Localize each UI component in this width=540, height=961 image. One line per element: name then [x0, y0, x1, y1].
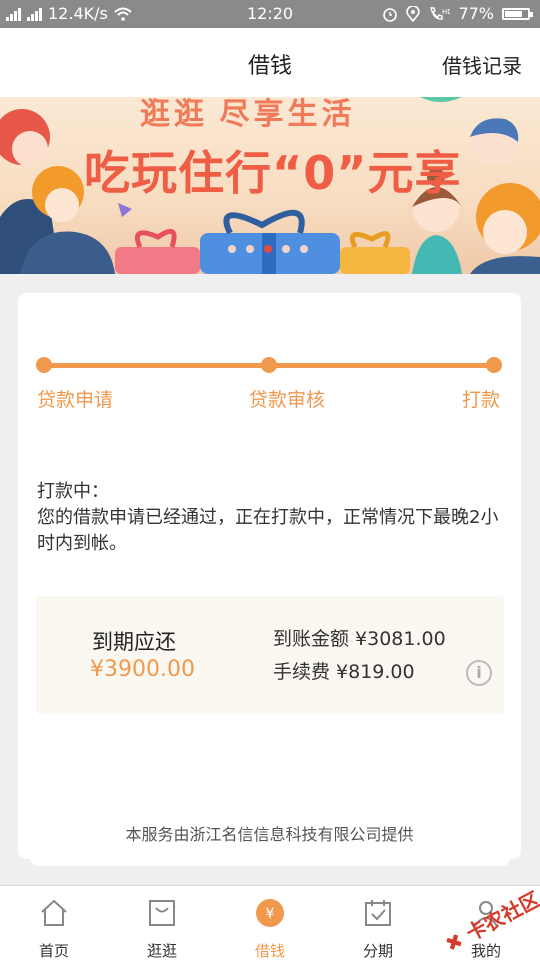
- calendar-check-icon: [365, 900, 391, 926]
- arrival-amount: 到账金额 ¥3081.00: [273, 628, 446, 650]
- hd-call-icon: HD: [430, 6, 450, 20]
- step-label-review: 贷款审核: [249, 389, 326, 411]
- tab-borrow[interactable]: ¥ 借钱: [216, 886, 324, 961]
- home-icon: [41, 899, 67, 926]
- tab-browse[interactable]: 逛逛: [108, 886, 216, 961]
- status-message: 打款中： 您的借款申请已经通过，正在打款中，正常情况下最晚2小时内到帐。: [37, 479, 507, 557]
- battery-percent: 77%: [458, 4, 494, 23]
- tab-label: 分期: [362, 942, 393, 960]
- loan-record-link[interactable]: 借钱记录: [442, 50, 522, 79]
- due-amount: ¥3900.00: [90, 657, 195, 682]
- alarm-icon: [383, 7, 398, 22]
- svg-text:¥: ¥: [266, 906, 275, 922]
- step-dot-review: [261, 357, 277, 373]
- battery-icon: [502, 7, 533, 20]
- service-fee: 手续费 ¥819.00: [273, 661, 415, 683]
- tab-label: 首页: [38, 942, 69, 960]
- loan-status-card: 贷款申请 贷款审核 打款 打款中： 您的借款申请已经通过，正在打款中，正常情况下…: [18, 293, 521, 859]
- due-label: 到期应还: [92, 630, 176, 654]
- pager-dot: [246, 245, 254, 253]
- shopping-bag-icon: [149, 900, 175, 926]
- banner-subtitle: 逛逛 尽享生活: [140, 98, 356, 131]
- status-title: 打款中：: [37, 481, 109, 502]
- step-dot-apply: [36, 357, 52, 373]
- progress-line-1: [45, 363, 269, 368]
- info-icon[interactable]: i: [466, 660, 492, 686]
- pager-dot: [228, 245, 236, 253]
- pager-dot: [300, 245, 308, 253]
- step-dot-payout: [486, 357, 502, 373]
- pager-dot-active: [264, 245, 272, 253]
- provider-note: 本服务由浙江名信信息科技有限公司提供: [125, 825, 414, 844]
- location-icon: [406, 5, 421, 22]
- banner-headline: 吃玩住行“0”元享: [84, 146, 462, 200]
- status-body: 您的借款申请已经通过，正在打款中，正常情况下最晚2小时内到帐。: [37, 507, 499, 554]
- progress-line-2: [270, 363, 494, 368]
- promo-banner[interactable]: 逛逛 尽享生活 吃玩住行“0”元享: [0, 97, 540, 274]
- tab-label: 逛逛: [146, 942, 177, 960]
- step-label-apply: 贷款申请: [37, 389, 114, 411]
- repayment-panel: 到期应还 ¥3900.00 到账金额 ¥3081.00 手续费 ¥819.00 …: [36, 596, 504, 714]
- pager-dot: [282, 245, 290, 253]
- status-bar: 12.4K/s 12:20 HD 77%: [0, 0, 540, 28]
- tab-label: 借钱: [254, 942, 285, 960]
- tab-home[interactable]: 首页: [0, 886, 108, 961]
- svg-text:HD: HD: [442, 8, 450, 16]
- tab-installment[interactable]: 分期: [324, 886, 432, 961]
- banner-pager: [228, 245, 308, 253]
- nav-bar: 借钱 借钱记录: [0, 28, 540, 98]
- progress-steps: 贷款申请 贷款审核 打款: [18, 293, 521, 423]
- step-label-payout: 打款: [462, 389, 501, 411]
- yen-coin-icon: ¥: [256, 899, 284, 927]
